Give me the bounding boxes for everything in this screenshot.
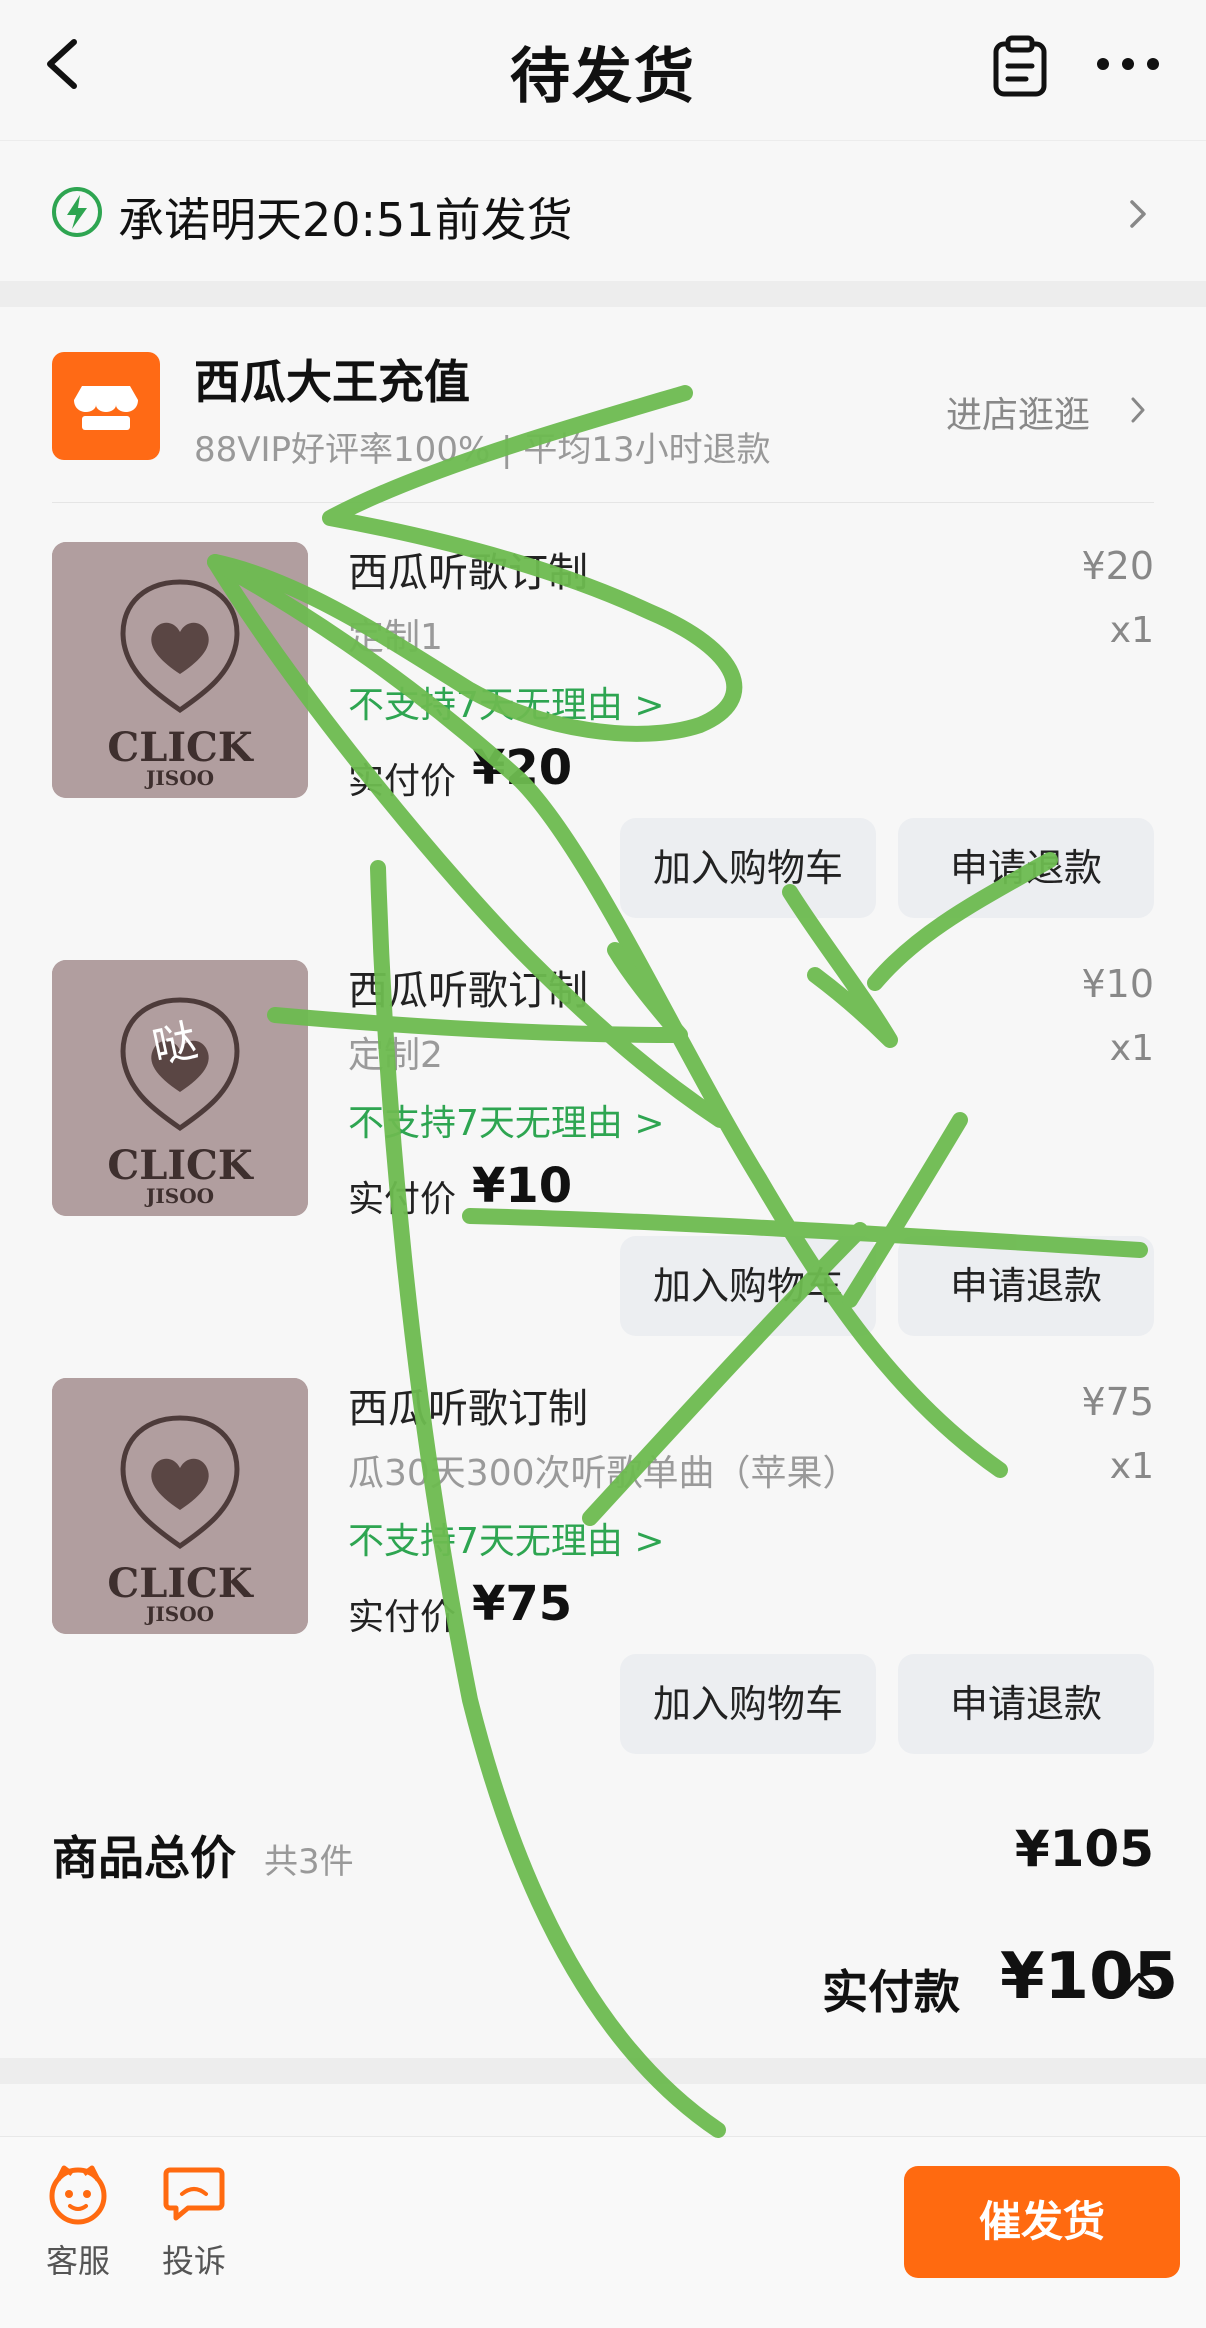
product-image-subtext: JISOO (145, 1602, 215, 1626)
urge-shipping-button[interactable]: 催发货 (904, 2166, 1180, 2278)
quantity: x1 (1109, 1446, 1154, 1487)
section-divider (0, 281, 1206, 307)
unit-price: ¥20 (1081, 544, 1154, 588)
goods-total-label: 商品总价 (52, 1831, 236, 1885)
request-refund-button[interactable]: 申请退款 (898, 818, 1154, 918)
request-refund-button[interactable]: 申请退款 (898, 1236, 1154, 1336)
product-image-text: CLICK (107, 724, 253, 771)
product-image-subtext: JISOO (145, 766, 215, 790)
return-policy-link[interactable]: 不支持7天无理由 > (348, 676, 665, 728)
paid-price-value: ¥10 (472, 1158, 573, 1214)
more-options-icon[interactable] (1093, 52, 1163, 76)
storefront-icon (74, 386, 138, 430)
add-to-cart-button[interactable]: 加入购物车 (620, 1654, 876, 1754)
quantity: x1 (1109, 1028, 1154, 1069)
customer-service-icon[interactable] (46, 2162, 110, 2226)
lightning-bolt-icon (52, 187, 102, 237)
chevron-up-icon[interactable] (1122, 1968, 1156, 1994)
complaint-icon[interactable] (162, 2162, 226, 2226)
paid-price-label: 实付价 (348, 761, 457, 802)
product-image-text: CLICK (107, 1142, 253, 1189)
paid-price-label: 实付价 (348, 1597, 457, 1638)
product-image[interactable]: CLICK JISOO (52, 542, 308, 798)
store-name[interactable]: 西瓜大王充值 (194, 346, 470, 412)
product-spec: 瓜30天300次听歌单曲（苹果） (348, 1453, 859, 1494)
paid-price-label: 实付价 (348, 1179, 457, 1220)
paid-price-value: ¥20 (472, 740, 573, 796)
add-to-cart-button[interactable]: 加入购物车 (620, 1236, 876, 1336)
product-title[interactable]: 西瓜听歌订制 (348, 958, 588, 1016)
visit-store-link[interactable]: 进店逛逛 (946, 386, 1090, 438)
store-logo[interactable] (52, 352, 160, 460)
clipboard-icon[interactable] (990, 34, 1050, 98)
chevron-right-icon (1130, 200, 1146, 228)
product-title[interactable]: 西瓜听歌订制 (348, 1376, 588, 1434)
unit-price: ¥10 (1081, 962, 1154, 1006)
top-nav-bar: 待发货 (0, 0, 1206, 141)
product-image[interactable]: 哒 CLICK JISOO (52, 960, 308, 1216)
quantity: x1 (1109, 610, 1154, 651)
product-spec: 定制1 (348, 617, 443, 658)
paid-total-label: 实付款 (822, 1965, 960, 2019)
goods-total-price: ¥105 (1014, 1820, 1154, 1878)
shipping-promise-text: 承诺明天20:51前发货 (118, 193, 573, 247)
product-image-text: CLICK (107, 1560, 253, 1607)
product-title[interactable]: 西瓜听歌订制 (348, 540, 588, 598)
goods-count: 共3件 (264, 1842, 354, 1882)
add-to-cart-button[interactable]: 加入购物车 (620, 818, 876, 918)
complaint-label[interactable]: 投诉 (162, 2236, 226, 2282)
unit-price: ¥75 (1081, 1380, 1154, 1424)
request-refund-button[interactable]: 申请退款 (898, 1654, 1154, 1754)
divider (52, 502, 1154, 503)
product-image-subtext: JISOO (145, 1184, 215, 1208)
return-policy-link[interactable]: 不支持7天无理由 > (348, 1512, 665, 1564)
customer-service-label[interactable]: 客服 (46, 2236, 110, 2282)
chevron-right-icon (1131, 397, 1145, 423)
product-spec: 定制2 (348, 1035, 443, 1076)
paid-price-value: ¥75 (472, 1576, 573, 1632)
product-image[interactable]: CLICK JISOO (52, 1378, 308, 1634)
return-policy-link[interactable]: 不支持7天无理由 > (348, 1094, 665, 1146)
store-rating: 88VIP好评率100% | 平均13小时退款 (194, 430, 771, 470)
section-divider (0, 2058, 1206, 2084)
